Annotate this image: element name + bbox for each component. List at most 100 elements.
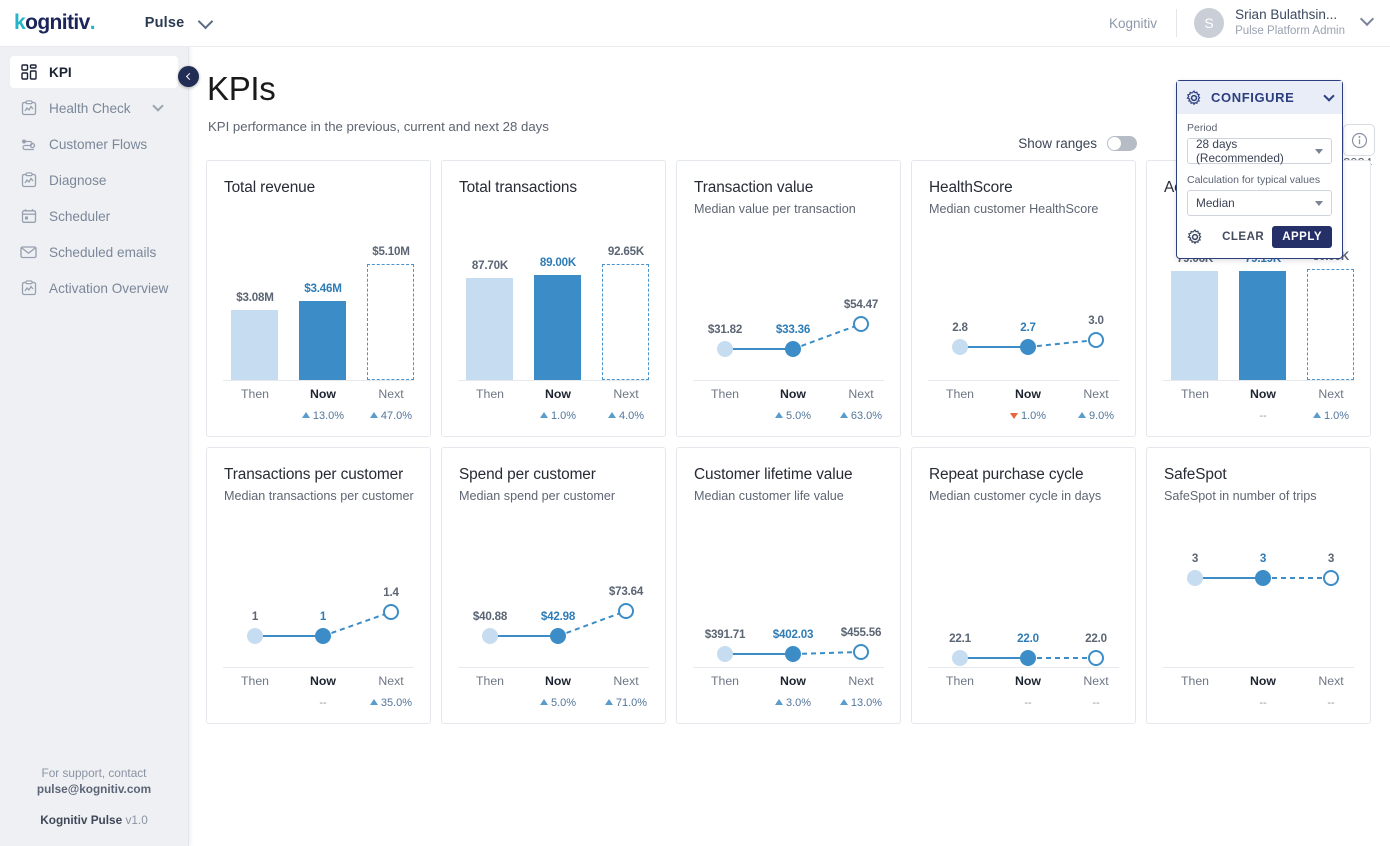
sidebar-item-scheduled-emails[interactable]: Scheduled emails — [10, 236, 178, 268]
axis-label-next: Next — [848, 674, 874, 688]
chevron-down-icon — [198, 13, 214, 29]
page-subtitle: KPI performance in the previous, current… — [208, 119, 549, 134]
bar-chart: $3.08M $3.46M $5.10M Then Now Next 13.0%… — [223, 231, 414, 436]
axis-label-now: Now — [310, 387, 336, 401]
tenant-name: Kognitiv — [1109, 15, 1158, 31]
line-chart: $391.71 $402.03 $455.56 Then Now Next 3.… — [693, 518, 884, 723]
show-ranges-control[interactable]: Show ranges — [1018, 136, 1137, 151]
chevron-left-icon — [185, 72, 194, 81]
calculation-select[interactable]: Median — [1187, 190, 1332, 216]
top-bar: kognitiv. Pulse Kognitiv S Srian Bulaths… — [0, 0, 1390, 47]
sidebar-item-label: Customer Flows — [49, 136, 148, 152]
delta-now: -- — [1259, 697, 1267, 709]
sidebar-item-label: KPI — [49, 64, 72, 80]
product-name: Pulse — [144, 15, 185, 31]
axis-label-next: Next — [848, 387, 874, 401]
line-chart: 1 1 1.4 Then Now Next -- 35.0% — [223, 518, 414, 723]
axis-label-next: Next — [1318, 387, 1344, 401]
line-chart: 2.8 2.7 3.0 Then Now Next 1.0% 9.0% — [928, 231, 1119, 436]
chevron-down-icon[interactable] — [152, 100, 164, 112]
card-title: HealthScore — [929, 179, 1013, 196]
card-title: Repeat purchase cycle — [929, 466, 1084, 483]
sidebar-item-customer-flows[interactable]: Customer Flows — [10, 128, 178, 160]
card-subtitle: SafeSpot in number of trips — [1164, 489, 1317, 503]
delta-now: -- — [1024, 697, 1032, 709]
sidebar-nav: KPI Health Check Customer Flows Diagnose — [0, 47, 188, 304]
axis-label-now: Now — [1250, 387, 1276, 401]
configure-header[interactable]: CONFIGURE — [1177, 81, 1342, 114]
kpi-card: Repeat purchase cycle Median customer cy… — [911, 447, 1136, 724]
card-title: Transaction value — [694, 179, 814, 196]
show-ranges-toggle[interactable] — [1107, 136, 1137, 151]
chevron-down-icon — [1315, 148, 1323, 154]
sidebar-item-label: Activation Overview — [49, 280, 169, 296]
point-value: 3 — [1327, 552, 1335, 565]
kpi-card: Transaction value Median value per trans… — [676, 160, 901, 437]
settings-gear-icon[interactable] — [1187, 229, 1203, 245]
page-title: KPIs — [207, 70, 276, 107]
kognitiv-logo: kognitiv. — [14, 11, 96, 34]
product-name-footer: Kognitiv Pulse — [40, 812, 123, 827]
bar-chart: 79.06K 79.19K 80.00K Then Now Next -- 1.… — [1163, 231, 1354, 436]
user-menu[interactable]: S Srian Bulathsin... Pulse Platform Admi… — [1177, 7, 1390, 39]
axis-label-now: Now — [780, 674, 806, 688]
period-label: Period — [1187, 122, 1218, 134]
bar-value: $5.10M — [372, 245, 410, 258]
axis-label-then: Then — [475, 387, 505, 401]
delta-now: 13.0% — [284, 410, 362, 422]
delta-now: -- — [1259, 410, 1267, 422]
chevron-down-icon — [1315, 200, 1323, 206]
card-subtitle: Median transactions per customer — [224, 489, 414, 503]
bar-value: $3.46M — [304, 282, 342, 295]
calendar-icon — [20, 208, 37, 225]
configure-title: CONFIGURE — [1211, 90, 1295, 105]
sidebar-item-label: Health Check — [49, 100, 131, 116]
line-chart: $40.88 $42.98 $73.64 Then Now Next 5.0% … — [458, 518, 649, 723]
calculation-value: Median — [1196, 196, 1235, 210]
axis-label-then: Then — [240, 674, 270, 688]
sidebar-item-diagnose[interactable]: Diagnose — [10, 164, 178, 196]
axis-label-then: Then — [1180, 387, 1210, 401]
delta-next: 63.0% — [822, 410, 900, 422]
version-label: v1.0 — [125, 812, 148, 827]
envelope-icon — [20, 244, 37, 261]
sidebar-item-activation-overview[interactable]: Activation Overview — [10, 272, 178, 304]
sidebar-item-health-check[interactable]: Health Check — [10, 92, 178, 124]
period-select[interactable]: 28 days (Recommended) — [1187, 137, 1332, 165]
sidebar-item-scheduler[interactable]: Scheduler — [10, 200, 178, 232]
axis-label-then: Then — [945, 674, 975, 688]
info-button[interactable] — [1343, 124, 1375, 156]
delta-next: -- — [1327, 697, 1335, 709]
flow-icon — [20, 136, 37, 153]
axis-label-now: Now — [545, 674, 571, 688]
chart-clipboard-icon — [20, 100, 37, 117]
bar-chart: 87.70K 89.00K 92.65K Then Now Next 1.0% … — [458, 231, 649, 436]
sidebar-item-label: Scheduler — [49, 208, 111, 224]
kpi-card: Total revenue $3.08M $3.46M $5.10M Then … — [206, 160, 431, 437]
axis-label-next: Next — [378, 387, 404, 401]
sidebar-item-kpi[interactable]: KPI — [10, 56, 178, 88]
apply-button[interactable]: APPLY — [1272, 226, 1332, 248]
axis-label-next: Next — [613, 387, 639, 401]
sidebar: KPI Health Check Customer Flows Diagnose — [0, 47, 199, 846]
point-value: $33.36 — [775, 323, 811, 336]
delta-next: -- — [1092, 697, 1100, 709]
card-title: Customer lifetime value — [694, 466, 853, 483]
clear-button[interactable]: CLEAR — [1214, 227, 1272, 247]
sidebar-collapse-button[interactable] — [178, 66, 199, 87]
kpi-card: SafeSpot SafeSpot in number of trips 3 3… — [1146, 447, 1371, 724]
axis-label-next: Next — [1318, 674, 1344, 688]
delta-next: 47.0% — [352, 410, 430, 422]
chart-clipboard-icon — [20, 280, 37, 297]
card-subtitle: Median customer HealthScore — [929, 202, 1099, 216]
kpi-card: HealthScore Median customer HealthScore … — [911, 160, 1136, 437]
support-email[interactable]: pulse@kognitiv.com — [37, 782, 151, 796]
axis-label-now: Now — [1015, 674, 1041, 688]
period-value: 28 days (Recommended) — [1196, 137, 1284, 165]
kpi-card: Spend per customer Median spend per cust… — [441, 447, 666, 724]
sidebar-item-label: Diagnose — [49, 172, 107, 188]
point-value: 3.0 — [1088, 314, 1104, 327]
product-switcher[interactable]: Pulse — [114, 13, 214, 31]
axis-label-then: Then — [945, 387, 975, 401]
delta-next: 1.0% — [1292, 410, 1370, 422]
